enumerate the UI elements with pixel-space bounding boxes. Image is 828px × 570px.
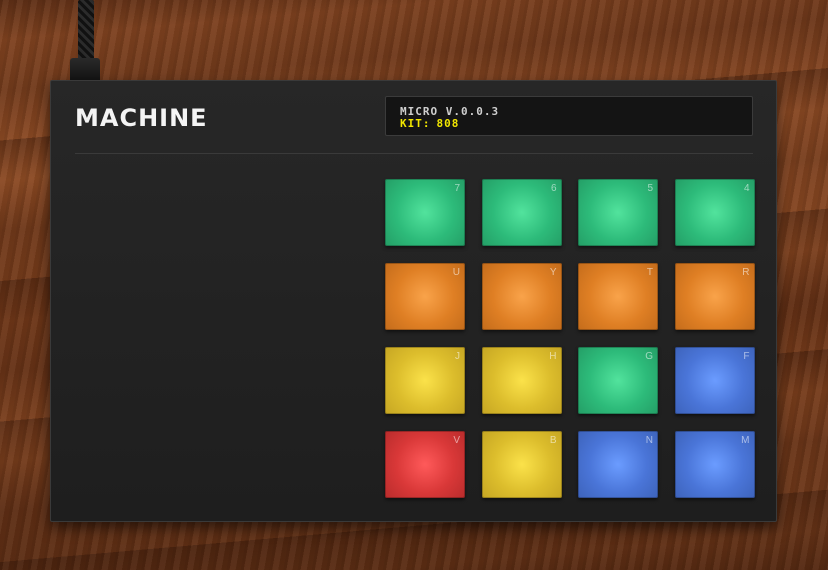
pad-j[interactable]: J (385, 347, 465, 414)
pad-key-label: G (645, 351, 653, 362)
pad-n[interactable]: N (578, 431, 658, 498)
pad-6[interactable]: 6 (481, 179, 562, 246)
pad-key-label: M (741, 435, 750, 446)
pad-key-label: U (452, 267, 460, 278)
pad-key-label: F (743, 351, 750, 362)
pad-key-label: 7 (454, 183, 460, 194)
pad-f[interactable]: F (674, 347, 755, 414)
pad-key-label: 6 (550, 183, 557, 194)
pad-grid: 7 6 5 4 U Y T R J H G F V B N M (385, 179, 755, 498)
brand-logo: MACHINE (75, 104, 208, 132)
pad-5[interactable]: 5 (578, 179, 658, 246)
pad-4[interactable]: 4 (674, 179, 755, 246)
pad-key-label: J (455, 351, 460, 362)
pad-key-label: 4 (743, 183, 750, 194)
pad-y[interactable]: Y (481, 263, 562, 330)
lcd-display: MICRO V.0.0.3 KIT: 808 (385, 96, 753, 136)
pad-r[interactable]: R (674, 263, 755, 330)
kit-readout: KIT: 808 (400, 118, 738, 130)
usb-cable (78, 0, 94, 62)
pad-t[interactable]: T (578, 263, 658, 330)
pad-key-label: H (549, 351, 557, 362)
pad-m[interactable]: M (674, 431, 755, 498)
pad-key-label: B (549, 435, 557, 446)
pad-u[interactable]: U (385, 263, 465, 330)
kit-value: 808 (436, 117, 460, 130)
pad-h[interactable]: H (481, 347, 562, 414)
pad-key-label: T (646, 267, 653, 278)
usb-plug (70, 58, 100, 80)
pad-b[interactable]: B (481, 431, 562, 498)
pad-v[interactable]: V (385, 431, 465, 498)
pad-key-label: Y (549, 267, 557, 278)
pad-g[interactable]: G (578, 347, 658, 414)
drum-machine-device: MACHINE MICRO V.0.0.3 KIT: 808 7 6 5 4 U … (50, 80, 777, 522)
pad-key-label: 5 (647, 183, 653, 194)
pad-key-label: N (645, 435, 653, 446)
kit-label: KIT: (400, 117, 431, 130)
panel-divider (75, 153, 753, 154)
pad-7[interactable]: 7 (385, 179, 465, 246)
pad-key-label: R (742, 267, 750, 278)
pad-key-label: V (453, 435, 460, 446)
